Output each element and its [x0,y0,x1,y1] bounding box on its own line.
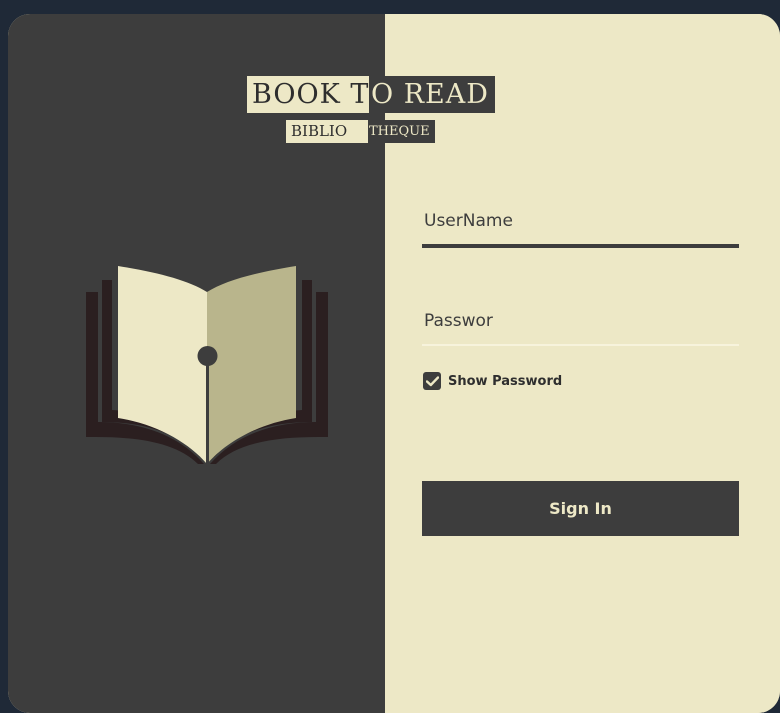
logo-subtitle: BIBLIO THEQUE [286,120,435,143]
logo-title-right: O READ [369,76,495,113]
password-input[interactable] [422,304,739,338]
password-field [422,304,739,346]
password-underline [422,344,739,346]
logo-title-left: BOOK T [247,76,369,113]
logo-title: BOOK T O READ [247,76,495,113]
show-password-toggle[interactable]: Show Password [423,372,562,390]
logo-subtitle-left: BIBLIO [286,120,368,143]
right-panel [385,14,780,713]
show-password-checkbox[interactable] [423,372,441,390]
username-field [422,204,739,248]
username-input[interactable] [422,204,739,238]
open-book-pen-icon [86,266,328,464]
username-underline [422,244,739,248]
checkmark-icon [425,375,439,386]
sign-in-button[interactable]: Sign In [422,481,739,536]
show-password-label: Show Password [448,373,563,389]
logo-subtitle-right: THEQUE [368,120,435,143]
